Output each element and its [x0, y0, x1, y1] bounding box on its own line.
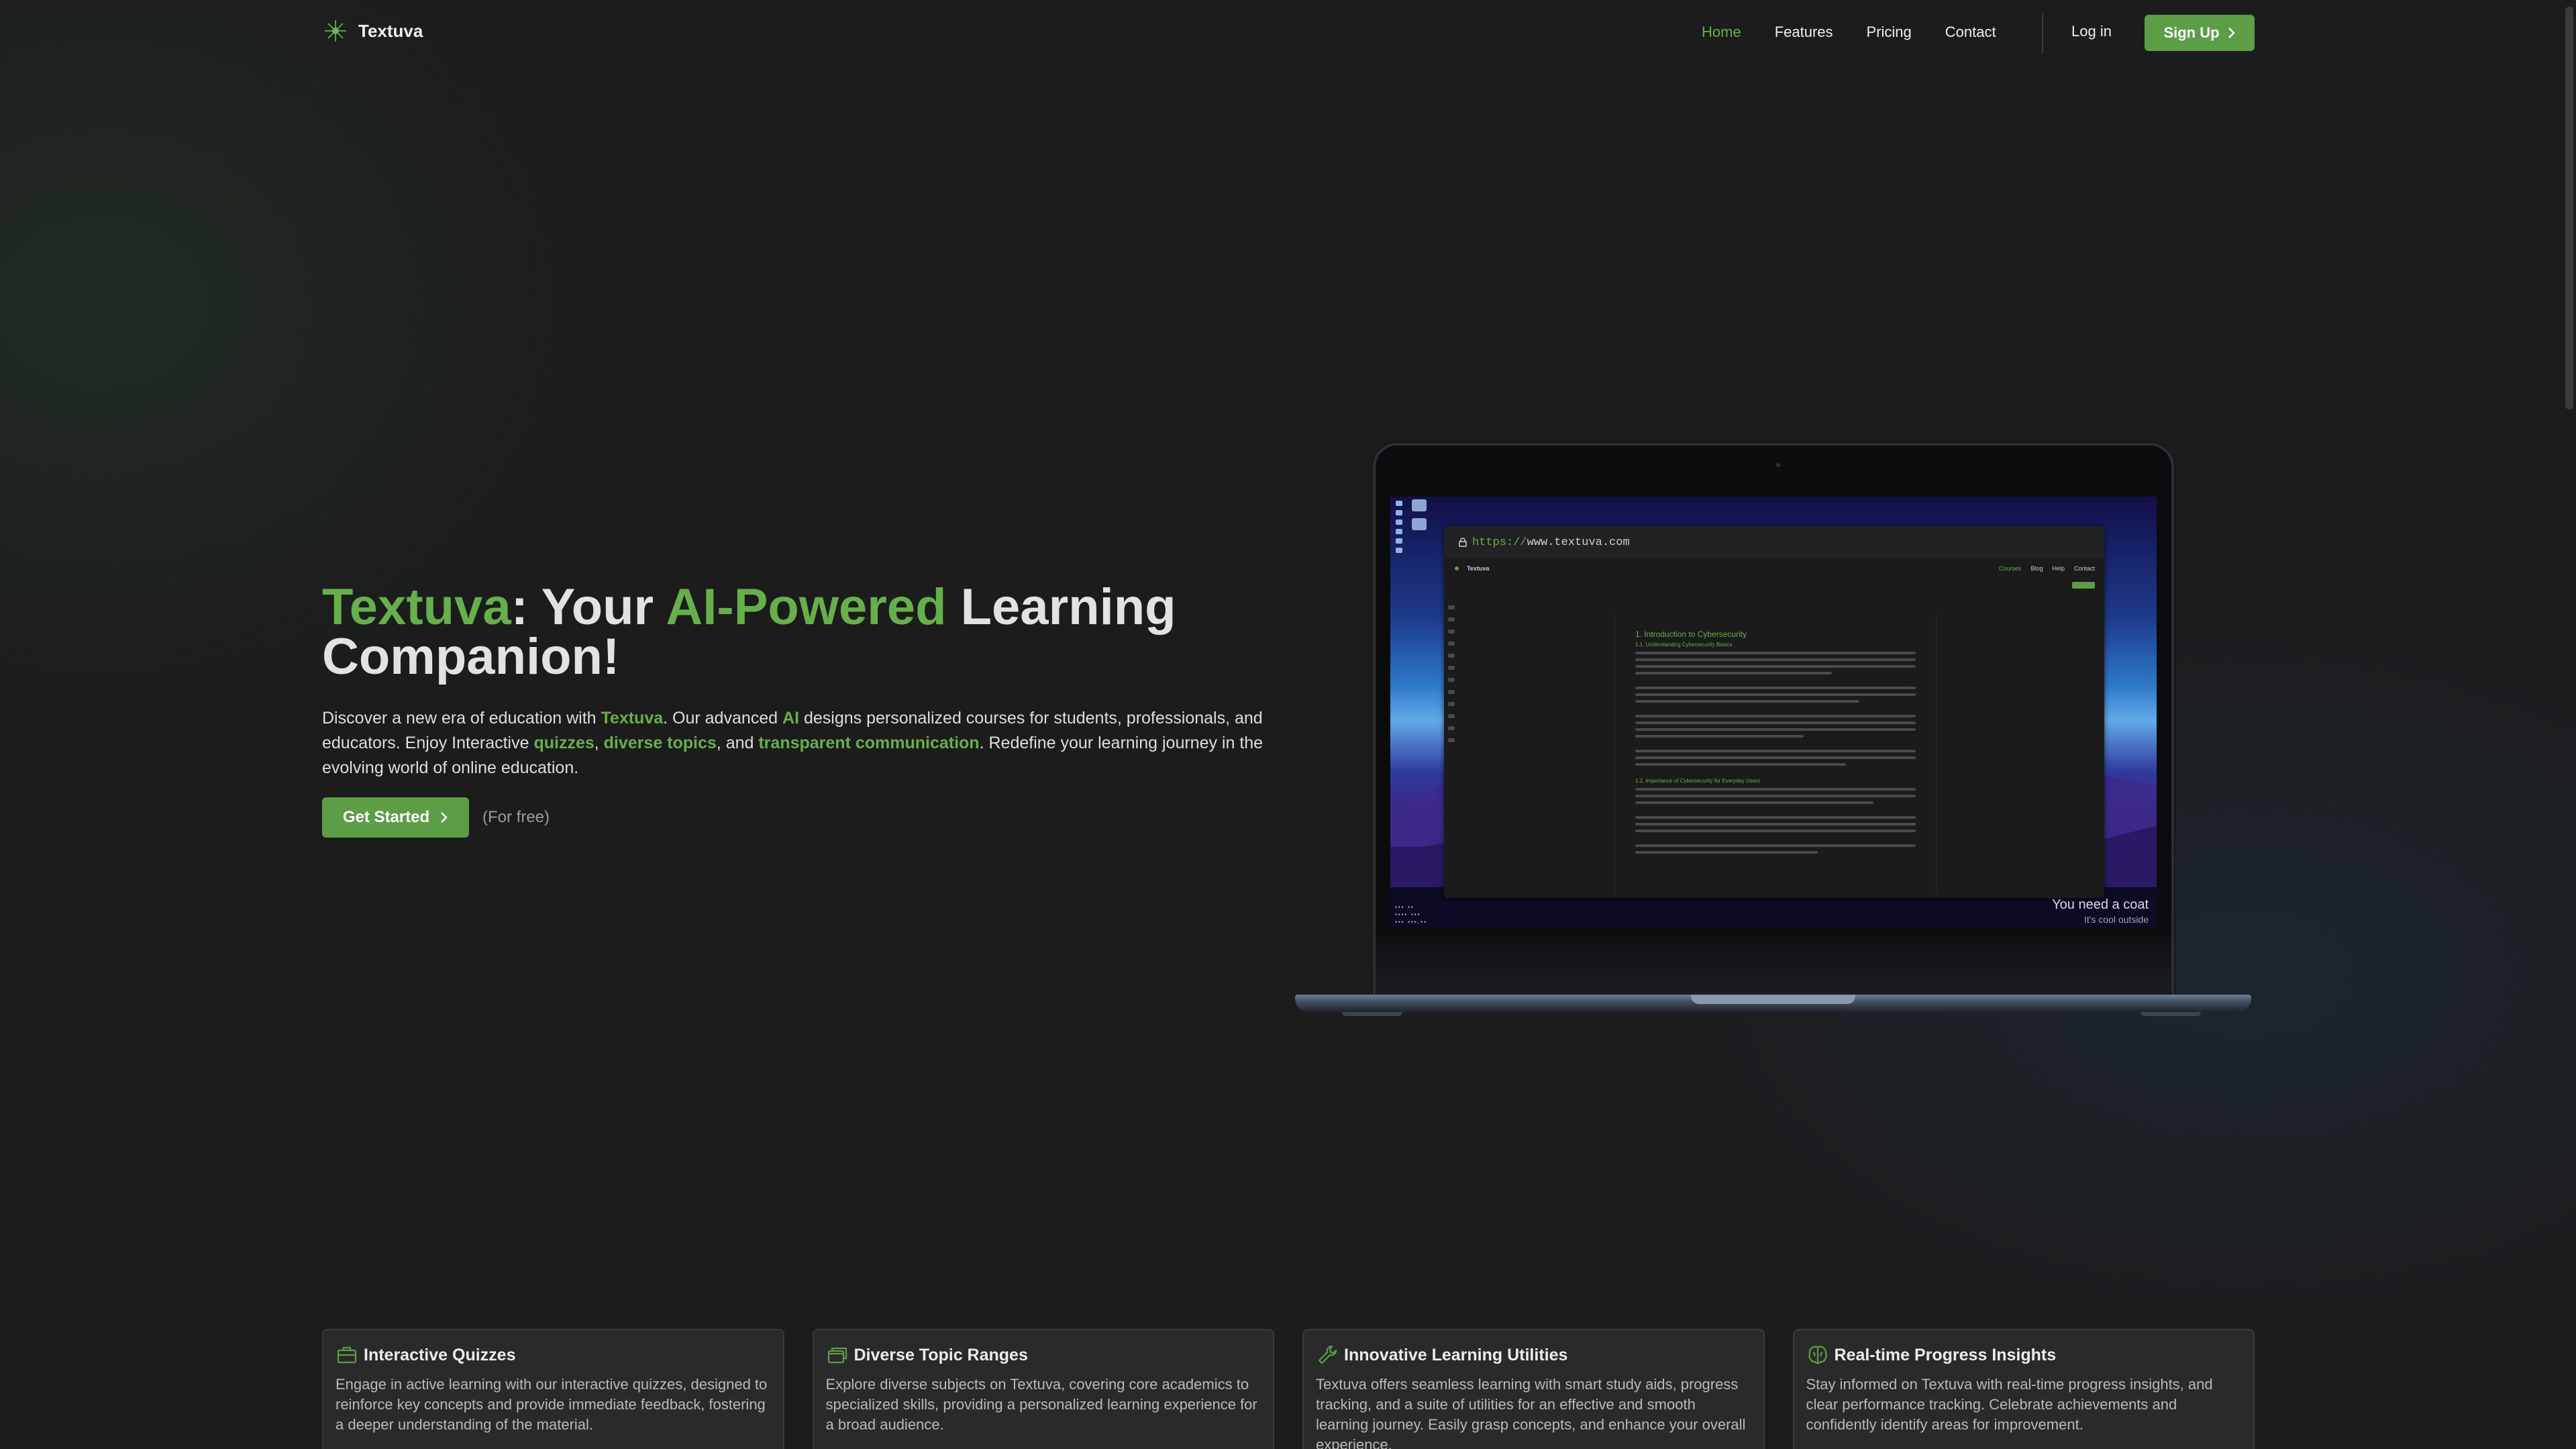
windows-icon — [827, 1347, 847, 1364]
cta-note: (For free) — [482, 808, 550, 826]
brand-logo[interactable]: Textuva — [322, 17, 423, 44]
doc-heading: 1. Introduction to Cybersecurity — [1635, 630, 1747, 639]
url-host: www.textuva.com — [1527, 536, 1630, 549]
feature-text: Stay informed on Textuva with real-time … — [1806, 1376, 2213, 1433]
feature-text: Engage in active learning with our inter… — [336, 1376, 768, 1433]
laptop-foot — [1342, 1012, 1402, 1016]
screen-side-icons — [1448, 605, 1456, 746]
nav-contact[interactable]: Contact — [1945, 23, 1996, 41]
desktop-icons — [1412, 499, 1432, 553]
brain-icon — [1808, 1346, 1827, 1364]
nav-pricing[interactable]: Pricing — [1867, 23, 1912, 41]
desc-text: , — [594, 734, 604, 752]
doc-subheading: 1.2. Importance of Cybersecurity for Eve… — [1635, 778, 1760, 784]
screen-browser-window: https://www.textuva.com Textuva Courses … — [1444, 526, 2104, 898]
cta-row: Get Started (For free) — [322, 797, 550, 838]
top-nav: Textuva Home Features Pricing Contact Lo… — [0, 0, 2576, 64]
hero-title-sep: : Your — [511, 579, 666, 636]
desc-quizzes: quizzes — [533, 734, 595, 752]
screen-nav-link: Blog — [2030, 565, 2043, 572]
laptop-screen: https://www.textuva.com Textuva Courses … — [1390, 497, 2157, 928]
scrollbar[interactable] — [2565, 7, 2573, 409]
feature-title: Innovative Learning Utilities — [1344, 1345, 1568, 1364]
camera-dot — [1776, 463, 1780, 467]
weather-widget-subtitle: It's cool outside — [2083, 914, 2149, 925]
screen-inner-nav: Textuva Courses Blog Help Contact — [1444, 558, 2104, 579]
logo-icon — [325, 20, 346, 42]
laptop-lid: https://www.textuva.com Textuva Courses … — [1373, 443, 2174, 1000]
desc-text: Discover a new era of education with — [322, 709, 601, 728]
desc-text: , and — [716, 734, 759, 752]
laptop-mockup: https://www.textuva.com Textuva Courses … — [1295, 443, 2251, 1034]
screen-nav-link: Contact — [2073, 565, 2095, 572]
desc-ai: AI — [782, 709, 800, 728]
laptop-notch — [1691, 995, 1855, 1004]
feature-title: Interactive Quizzes — [364, 1345, 516, 1364]
desc-brand: Textuva — [601, 709, 664, 728]
screen-nav-links: Courses Blog Help Contact — [1999, 565, 2095, 572]
hero-title-highlight: AI-Powered — [666, 579, 947, 636]
nav-home[interactable]: Home — [1702, 23, 1741, 41]
nav-links: Home Features Pricing Contact — [1702, 0, 2030, 64]
doc-subheading: 1.1. Understanding Cybersecurity Basics — [1635, 642, 1733, 648]
brand-name: Textuva — [358, 20, 423, 41]
url-protocol: https:// — [1472, 536, 1527, 549]
desc-topics: diverse topics — [603, 734, 717, 752]
feature-card: Interactive Quizzes Engage in active lea… — [322, 1329, 784, 1449]
signup-button[interactable]: Sign Up — [2145, 15, 2255, 51]
desc-communication: transparent communication — [758, 734, 980, 752]
features-section: Interactive Quizzes Engage in active lea… — [322, 1329, 2255, 1449]
feature-card: Real-time Progress Insights Stay informe… — [1792, 1329, 2255, 1449]
hero-title: Textuva: Your AI-Powered Learning Compan… — [322, 582, 1261, 683]
wrench-icon — [1318, 1345, 1337, 1364]
screen-brand: Textuva — [1467, 565, 1490, 572]
quiz-box-icon — [337, 1346, 357, 1364]
login-link[interactable]: Log in — [2071, 23, 2112, 40]
laptop-chin — [1376, 936, 2171, 996]
screen-url-bar: https://www.textuva.com — [1444, 526, 2104, 558]
weather-widget-title: You need a coat — [2052, 897, 2149, 912]
screen-nav-link: Courses — [1998, 565, 2022, 572]
nav-divider — [2042, 13, 2043, 54]
screen-document: 1. Introduction to Cybersecurity 1.1. Un… — [1614, 613, 1937, 895]
feature-title: Real-time Progress Insights — [1834, 1345, 2057, 1364]
signup-label: Sign Up — [2163, 24, 2220, 41]
feature-title: Diverse Topic Ranges — [854, 1345, 1028, 1364]
hero-description: Discover a new era of education with Tex… — [322, 706, 1302, 781]
get-started-label: Get Started — [342, 808, 430, 826]
screen-breadcrumb — [1453, 579, 2095, 592]
get-started-button[interactable]: Get Started — [322, 797, 469, 838]
nav-features[interactable]: Features — [1775, 23, 1833, 41]
feature-text: Textuva offers seamless learning with sm… — [1316, 1376, 1746, 1449]
feature-card: Innovative Learning Utilities Textuva of… — [1302, 1329, 1765, 1449]
feature-card: Diverse Topic Ranges Explore diverse sub… — [812, 1329, 1274, 1449]
hero-title-brand: Textuva — [322, 579, 511, 636]
chevron-right-icon — [2228, 28, 2235, 38]
screen-nav-link: Help — [2052, 565, 2065, 572]
laptop-foot — [2141, 1012, 2201, 1016]
desc-text: . Our advanced — [663, 709, 783, 728]
desktop-dock — [1396, 501, 1406, 561]
logo-icon — [1455, 566, 1459, 570]
desktop-stats-widget: ▪▪▪ ▪▪ ▪▪▪▪ ▪▪▪ ▪▪▪ ▪▪▪.▪▪ — [1394, 905, 1427, 926]
chevron-right-icon — [441, 812, 448, 823]
lock-icon — [1459, 538, 1467, 547]
feature-text: Explore diverse subjects on Textuva, cov… — [825, 1376, 1257, 1433]
